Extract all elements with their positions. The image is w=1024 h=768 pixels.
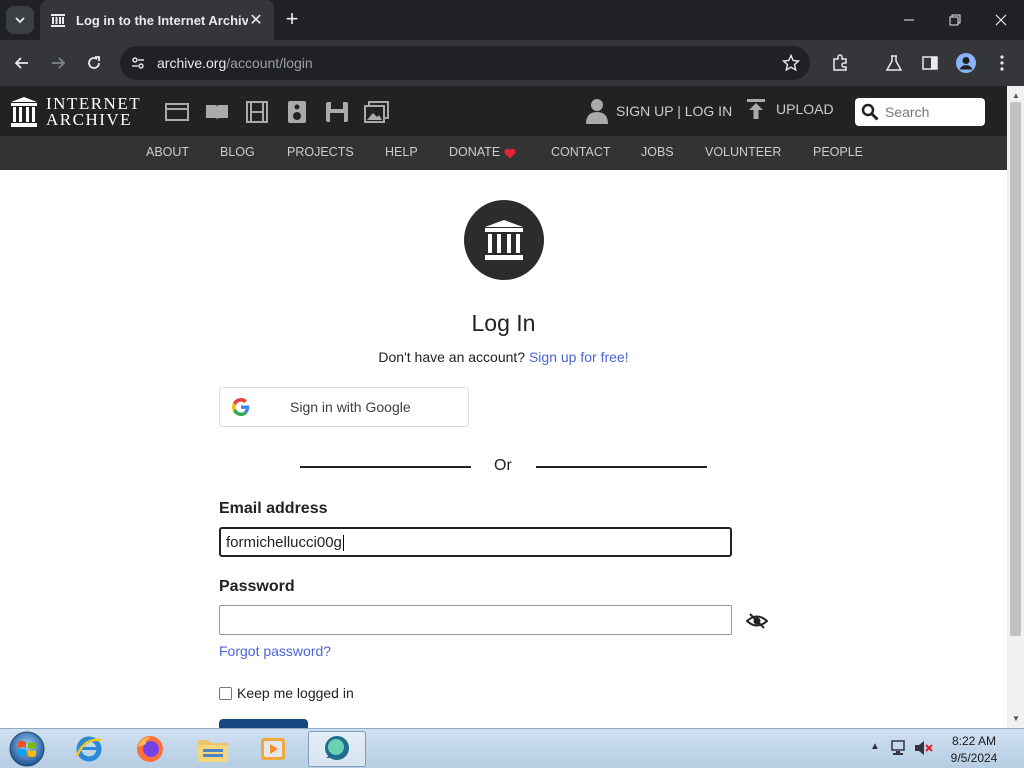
clock-date: 9/5/2024 bbox=[950, 751, 998, 765]
archive-favicon-icon bbox=[51, 14, 65, 27]
url-text: archive.org/account/login bbox=[157, 55, 313, 71]
google-icon bbox=[232, 398, 250, 416]
software-icon[interactable] bbox=[324, 100, 350, 124]
search-input[interactable] bbox=[885, 104, 981, 120]
taskbar-ie[interactable] bbox=[60, 731, 118, 767]
upload-arrow-icon bbox=[747, 99, 765, 119]
app-bubble-icon bbox=[325, 736, 349, 760]
clock-time: 8:22 AM bbox=[951, 734, 997, 748]
signup-login-link[interactable]: SIGN UP | LOG IN bbox=[586, 98, 732, 124]
nav-projects[interactable]: PROJECTS bbox=[287, 145, 354, 159]
signup-link[interactable]: Sign up for free! bbox=[529, 349, 629, 365]
divider-left bbox=[300, 466, 471, 468]
ia-search-box[interactable] bbox=[855, 98, 985, 126]
show-password-eye-icon[interactable] bbox=[746, 611, 768, 631]
forward-button[interactable] bbox=[46, 51, 70, 75]
more-vertical-icon bbox=[1000, 55, 1004, 71]
labs-button[interactable] bbox=[882, 51, 906, 75]
or-divider-text: Or bbox=[494, 457, 512, 474]
tab-close-icon[interactable]: ✕ bbox=[248, 10, 264, 30]
nav-help[interactable]: HELP bbox=[385, 145, 418, 159]
password-label: Password bbox=[219, 578, 295, 595]
taskbar-media-player[interactable] bbox=[244, 731, 302, 767]
reload-icon bbox=[88, 56, 100, 69]
ia-logo-text: INTERNET ARCHIVE bbox=[46, 94, 142, 129]
texts-icon[interactable] bbox=[204, 100, 230, 124]
taskbar-explorer[interactable] bbox=[184, 731, 242, 767]
archive-building-icon bbox=[11, 97, 37, 127]
archive-building-icon bbox=[485, 220, 523, 260]
images-icon[interactable] bbox=[364, 100, 390, 124]
minimize-icon bbox=[904, 19, 914, 21]
tab-search-button[interactable] bbox=[6, 6, 34, 34]
email-label: Email address bbox=[219, 500, 328, 517]
password-field[interactable] bbox=[219, 605, 732, 635]
extensions-button[interactable] bbox=[828, 51, 852, 75]
folder-icon bbox=[198, 740, 228, 762]
restore-button[interactable] bbox=[932, 0, 978, 40]
forgot-password-link[interactable]: Forgot password? bbox=[219, 643, 331, 659]
tray-show-hidden-icon[interactable]: ▲ bbox=[870, 741, 880, 752]
bookmark-star-icon[interactable] bbox=[782, 54, 800, 72]
divider-right bbox=[536, 466, 707, 468]
email-field[interactable]: formichellucci00g bbox=[219, 527, 732, 557]
taskbar-clock[interactable]: 8:22 AM 9/5/2024 bbox=[944, 733, 1004, 767]
scroll-up-arrow-icon[interactable]: ▲ bbox=[1011, 91, 1021, 101]
no-account-prompt: Don't have an account? Sign up for free! bbox=[378, 349, 629, 365]
back-arrow-icon bbox=[14, 57, 28, 69]
close-window-button[interactable] bbox=[978, 0, 1024, 40]
video-icon[interactable] bbox=[244, 100, 270, 124]
nav-blog[interactable]: BLOG bbox=[220, 145, 255, 159]
close-icon bbox=[995, 14, 1007, 26]
taskbar-firefox[interactable] bbox=[121, 731, 179, 767]
chevron-down-icon bbox=[15, 17, 25, 24]
start-button-icon[interactable] bbox=[8, 730, 46, 768]
google-signin-button[interactable]: Sign in with Google bbox=[219, 387, 469, 427]
forward-arrow-icon bbox=[52, 57, 66, 69]
web-icon[interactable] bbox=[164, 100, 190, 124]
email-value: formichellucci00g bbox=[226, 534, 344, 552]
text-caret bbox=[342, 535, 344, 552]
search-icon bbox=[861, 103, 879, 121]
site-info-icon[interactable] bbox=[130, 55, 146, 71]
tab-title: Log in to the Internet Archive bbox=[76, 12, 248, 28]
media-player-icon bbox=[261, 738, 285, 760]
flask-icon bbox=[885, 55, 903, 71]
profile-avatar-icon bbox=[956, 53, 976, 73]
address-bar[interactable]: archive.org/account/login bbox=[120, 46, 810, 80]
profile-button[interactable] bbox=[954, 51, 978, 75]
user-icon bbox=[586, 99, 608, 124]
heart-icon bbox=[504, 148, 516, 159]
nav-people[interactable]: PEOPLE bbox=[813, 145, 863, 159]
audio-icon[interactable] bbox=[284, 100, 310, 124]
restore-icon bbox=[949, 14, 961, 26]
side-panel-icon bbox=[922, 56, 938, 70]
firefox-icon bbox=[137, 736, 163, 762]
nav-about[interactable]: ABOUT bbox=[146, 145, 189, 159]
side-panel-button[interactable] bbox=[918, 51, 942, 75]
scroll-down-arrow-icon[interactable]: ▼ bbox=[1011, 714, 1021, 724]
nav-donate[interactable]: DONATE bbox=[449, 145, 500, 159]
archive-emblem bbox=[464, 200, 544, 280]
keep-logged-in-checkbox[interactable] bbox=[219, 686, 232, 700]
nav-volunteer[interactable]: VOLUNTEER bbox=[705, 145, 781, 159]
chrome-menu-button[interactable] bbox=[990, 51, 1014, 75]
puzzle-icon bbox=[833, 54, 847, 71]
ia-logo[interactable]: INTERNET ARCHIVE bbox=[10, 94, 142, 129]
upload-link[interactable]: UPLOAD bbox=[746, 98, 834, 120]
reload-button[interactable] bbox=[82, 51, 106, 75]
browser-tab-active[interactable]: Log in to the Internet Archive ✕ bbox=[40, 0, 274, 40]
taskbar-active-app[interactable] bbox=[308, 731, 366, 767]
back-button[interactable] bbox=[10, 51, 34, 75]
page-title: Log In bbox=[471, 310, 536, 336]
network-icon[interactable] bbox=[890, 740, 908, 756]
minimize-button[interactable] bbox=[886, 0, 932, 40]
new-tab-button[interactable]: + bbox=[282, 8, 302, 32]
keep-logged-in-row[interactable]: Keep me logged in bbox=[219, 685, 354, 701]
volume-muted-icon[interactable] bbox=[914, 740, 934, 756]
scrollbar-thumb[interactable] bbox=[1010, 102, 1021, 636]
nav-jobs[interactable]: JOBS bbox=[641, 145, 674, 159]
internet-explorer-icon bbox=[75, 736, 102, 762]
nav-contact[interactable]: CONTACT bbox=[551, 145, 611, 159]
